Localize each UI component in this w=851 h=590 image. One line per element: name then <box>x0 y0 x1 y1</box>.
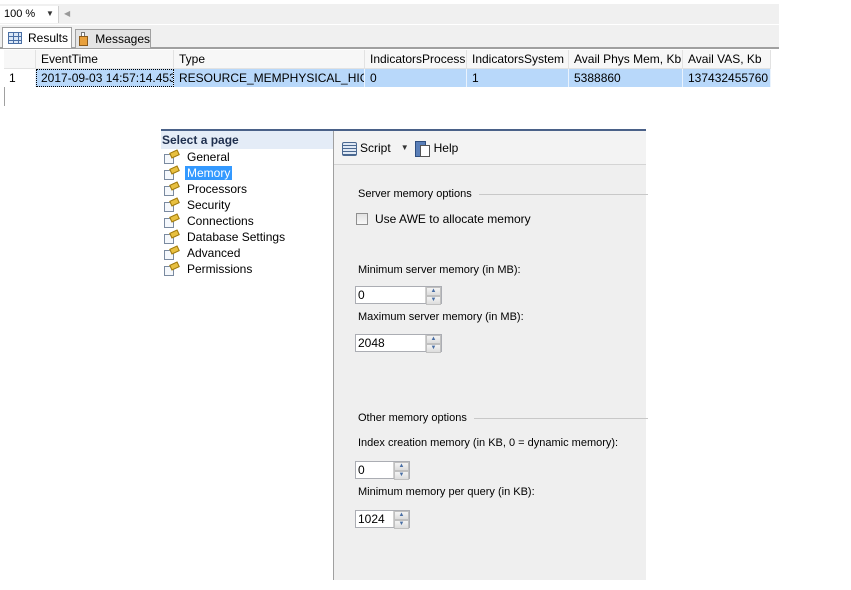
help-label: Help <box>433 140 459 155</box>
tab-results-label: Results <box>28 31 69 45</box>
page-icon <box>164 196 180 212</box>
min-server-memory-value: 0 <box>358 288 365 302</box>
group-divider <box>478 193 648 195</box>
tab-results[interactable]: Results <box>2 27 72 48</box>
memory-page: Script ▼ Help Server memory options Use … <box>333 131 648 580</box>
sidebar-item-connections[interactable]: Connections <box>161 212 333 229</box>
page-icon <box>164 212 180 228</box>
sidebar-item-label: General <box>187 150 230 164</box>
max-server-memory-input[interactable]: 2048 ▲ ▼ <box>355 334 442 353</box>
sidebar-item-memory[interactable]: Memory <box>161 164 333 181</box>
sidebar-item-database-settings[interactable]: Database Settings <box>161 228 333 245</box>
min-memory-per-query-label: Minimum memory per query (in KB): <box>358 486 535 498</box>
page-icon <box>164 244 180 260</box>
grid-icon <box>8 32 22 44</box>
sidebar-item-label: Memory <box>185 166 233 180</box>
min-memory-per-query-input[interactable]: 1024 ▲ ▼ <box>355 510 410 529</box>
awe-checkbox-row[interactable]: Use AWE to allocate memory <box>356 212 531 226</box>
max-server-memory-label: Maximum server memory (in MB): <box>358 311 524 323</box>
cell-avail-vas[interactable]: 137432455760 <box>683 69 771 87</box>
zoom-value: 100 % <box>4 8 36 20</box>
column-header-type[interactable]: Type <box>174 50 365 68</box>
awe-checkbox[interactable] <box>356 213 368 225</box>
sidebar-item-general[interactable]: General <box>161 148 333 165</box>
group-divider <box>473 417 648 419</box>
column-header-indicatorsprocess[interactable]: IndicatorsProcess <box>365 50 467 68</box>
script-label: Script <box>360 140 391 155</box>
cell-type[interactable]: RESOURCE_MEMPHYSICAL_HIGH <box>174 69 365 87</box>
spin-up-icon[interactable]: ▲ <box>426 287 441 296</box>
results-tabs: Results Messages <box>0 25 779 49</box>
help-button[interactable]: Help <box>414 140 459 157</box>
table-row[interactable]: 1 2017-09-03 14:57:14.453 RESOURCE_MEMPH… <box>4 69 771 87</box>
page-icon <box>164 164 180 180</box>
sidebar-item-permissions[interactable]: Permissions <box>161 260 333 277</box>
sidebar-item-label: Advanced <box>187 246 241 260</box>
cell-indicatorssystem[interactable]: 1 <box>467 69 569 87</box>
max-server-memory-value: 2048 <box>358 336 385 350</box>
page-icon <box>164 260 180 276</box>
help-icon <box>414 140 430 157</box>
other-memory-group: Other memory options <box>358 412 648 424</box>
column-header-eventtime[interactable]: EventTime <box>36 50 174 68</box>
grid-header: EventTime Type IndicatorsProcess Indicat… <box>4 50 771 69</box>
sidebar-item-processors[interactable]: Processors <box>161 180 333 197</box>
index-creation-memory-label: Index creation memory (in KB, 0 = dynami… <box>358 437 619 449</box>
column-header-indicatorssystem[interactable]: IndicatorsSystem <box>467 50 569 68</box>
row-number[interactable]: 1 <box>4 69 36 87</box>
tab-messages[interactable]: Messages <box>75 29 151 48</box>
script-icon <box>341 140 357 156</box>
cell-eventtime[interactable]: 2017-09-03 14:57:14.453 <box>36 69 174 87</box>
page-icon <box>164 228 180 244</box>
server-memory-group-label: Server memory options <box>358 188 472 200</box>
script-button[interactable]: Script <box>334 140 391 156</box>
spin-up-icon[interactable]: ▲ <box>394 511 409 520</box>
sidebar-item-security[interactable]: Security <box>161 196 333 213</box>
zoom-bar: 100 % ▼ ◀ <box>0 4 779 24</box>
sidebar-item-label: Connections <box>187 214 254 228</box>
min-memory-per-query-value: 1024 <box>358 512 385 526</box>
zoom-select[interactable]: 100 % ▼ <box>0 6 59 23</box>
index-creation-memory-value: 0 <box>358 463 365 477</box>
results-grid: EventTime Type IndicatorsProcess Indicat… <box>4 50 771 87</box>
spin-up-icon[interactable]: ▲ <box>426 335 441 344</box>
sidebar-item-advanced[interactable]: Advanced <box>161 244 333 261</box>
messages-icon <box>79 32 89 46</box>
spin-down-icon[interactable]: ▼ <box>394 471 409 480</box>
chevron-down-icon: ▼ <box>46 9 54 18</box>
spin-down-icon[interactable]: ▼ <box>426 296 441 305</box>
select-page-title: Select a page <box>161 131 333 149</box>
column-header-avail-phys-mem[interactable]: Avail Phys Mem, Kb <box>569 50 683 68</box>
sidebar-item-label: Database Settings <box>187 230 286 244</box>
awe-label: Use AWE to allocate memory <box>375 212 531 226</box>
sidebar-item-label: Processors <box>187 182 248 196</box>
other-memory-group-label: Other memory options <box>358 412 467 424</box>
sidebar-item-label: Security <box>187 198 231 212</box>
server-memory-group: Server memory options <box>358 188 648 200</box>
tab-messages-label: Messages <box>95 32 150 46</box>
spin-down-icon[interactable]: ▼ <box>426 344 441 353</box>
page-selector: Select a page General Memory Processors … <box>161 131 333 580</box>
spin-up-icon[interactable]: ▲ <box>394 462 409 471</box>
sidebar-item-label: Permissions <box>187 262 253 276</box>
min-server-memory-input[interactable]: 0 ▲ ▼ <box>355 286 442 305</box>
cell-avail-phys-mem[interactable]: 5388860 <box>569 69 683 87</box>
scroll-left-icon[interactable]: ◀ <box>64 9 70 18</box>
cell-indicatorsprocess[interactable]: 0 <box>365 69 467 87</box>
page-icon <box>164 148 180 164</box>
column-header-avail-vas[interactable]: Avail VAS, Kb <box>683 50 771 68</box>
min-server-memory-label: Minimum server memory (in MB): <box>358 264 521 276</box>
column-header[interactable] <box>4 50 36 68</box>
dialog-toolbar: Script ▼ Help <box>334 131 646 165</box>
page-icon <box>164 180 180 196</box>
server-properties-dialog: Select a page General Memory Processors … <box>161 129 648 580</box>
script-dropdown-icon[interactable]: ▼ <box>401 143 409 152</box>
index-creation-memory-input[interactable]: 0 ▲ ▼ <box>355 461 410 480</box>
spin-down-icon[interactable]: ▼ <box>394 520 409 529</box>
